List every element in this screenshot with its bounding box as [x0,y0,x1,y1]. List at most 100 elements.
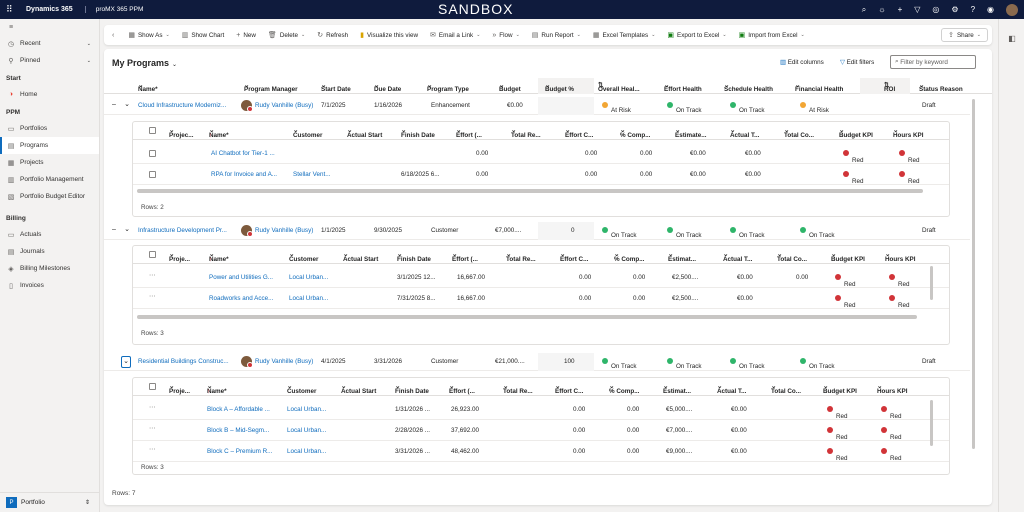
column-hours-kpi[interactable]: Hours KPI ⌄ [885,251,915,263]
column-project[interactable]: Proje... ⌄ [169,383,190,395]
sidebar-item-projects[interactable]: ▦ Projects [0,154,99,171]
column-name[interactable]: Name* ↑ ⌄ [207,383,227,395]
column-total-re[interactable]: Total Re... ⌄ [511,127,541,139]
column-estimate[interactable]: Estimat... ⌄ [663,383,691,395]
expand-chevron-icon[interactable]: ⌄ [121,356,131,368]
teams-icon[interactable]: ◉ [987,5,994,14]
column-total-co[interactable]: Total Co... ⌄ [777,251,807,263]
column-pct-comp[interactable]: % Comp... ⌄ [614,251,644,263]
vertical-scrollbar[interactable] [972,99,975,449]
column-due-date[interactable]: Due Date ⌄ [374,82,401,93]
sidebar-item-home[interactable]: ◑ Home [0,86,99,103]
project-name-link[interactable]: RPA for Invoice and A... [211,171,277,178]
column-effort[interactable]: Effort (... ⌄ [456,127,482,139]
column-overall-health[interactable]: Overall Heal... ⇅ [598,82,640,93]
plus-icon[interactable]: + [898,5,903,14]
customer-link[interactable]: Local Urban... [287,427,326,434]
run-report-button[interactable]: ▤ Run Report ⌄ [526,25,587,45]
sidebar-item-pinned[interactable]: ⚲ Pinned ⌄ [0,52,99,69]
column-name[interactable]: Name* ↑ ⌄ [209,127,229,139]
column-finish-date[interactable]: Finish Date ⌄ [397,251,431,263]
column-effort-c[interactable]: Effort C... ⌄ [565,127,593,139]
column-actual-start[interactable]: Actual Start ⌄ [347,127,382,139]
column-financial-health[interactable]: Financial Health ⌄ [795,82,843,93]
row-checkbox[interactable]: ⋯ [149,272,155,279]
project-row[interactable]: ⋯ Block B – Mid-Segm... Local Urban... 2… [133,420,949,441]
project-name-link[interactable]: AI Chatbot for Tier-1 ... [211,150,275,157]
back-button[interactable]: ‹ [104,25,122,45]
column-status-reason[interactable]: Status Reason ⌄ [919,82,963,93]
vertical-scrollbar[interactable] [930,400,933,446]
sidebar-item-portfolio-management[interactable]: ▥ Portfolio Management [0,171,99,188]
filter-icon[interactable]: ▽ [914,5,920,14]
column-actual-t[interactable]: Actual T... ⌄ [717,383,746,395]
avatar[interactable] [1006,3,1018,16]
project-name-link[interactable]: Block C – Premium R... [207,448,272,455]
row-checkbox[interactable]: ⋯ [149,404,155,411]
column-estimate[interactable]: Estimate... ⌄ [675,127,707,139]
column-total-re[interactable]: Total Re... ⌄ [506,251,536,263]
column-project[interactable]: Proje... ⌄ [169,251,190,263]
column-name[interactable]: Name* ⌄ [138,82,158,93]
settings-icon[interactable]: ⚙ [951,5,958,14]
project-row[interactable]: ⋯ Power and Utilities G... Local Urban..… [133,267,949,288]
program-row[interactable]: – ⌄ Infrastructure Development Pr... Rud… [104,222,970,240]
sidebar-item-recent[interactable]: ◷ Recent ⌄ [0,35,99,52]
column-actual-start[interactable]: Actual Start ⌄ [341,383,376,395]
row-checkbox[interactable] [149,171,156,178]
help-icon[interactable]: ◎ [932,5,939,14]
column-customer[interactable]: Customer ⌄ [289,251,318,263]
select-all-checkbox[interactable] [149,383,156,390]
app-name[interactable]: proMX 365 PPM [84,6,143,13]
project-row[interactable]: ⋯ Block C – Premium R... Local Urban... … [133,441,949,462]
customer-link[interactable]: Local Urban... [287,448,326,455]
program-name-link[interactable]: Residential Buildings Construc... [138,358,229,365]
column-start-date[interactable]: Start Date ⌄ [321,82,351,93]
lightbulb-icon[interactable]: ☼ [878,5,885,14]
email-link-button[interactable]: ✉ Email a Link ⌄ [424,25,486,45]
customer-link[interactable]: Local Urban... [289,274,328,281]
question-icon[interactable]: ? [971,5,975,14]
column-customer[interactable]: Customer ⌄ [293,127,322,139]
delete-button[interactable]: 🗑 Delete ⌄ [262,25,311,45]
refresh-button[interactable]: ↻ Refresh [311,25,354,45]
row-checkbox[interactable]: ⋯ [149,425,155,432]
project-row[interactable]: ⋯ Roadworks and Acce... Local Urban... 7… [133,288,949,309]
select-all-checkbox[interactable] [149,251,156,258]
project-row[interactable]: ⋯ Block A – Affordable ... Local Urban..… [133,399,949,420]
column-finish-date[interactable]: Finish Date ⌄ [401,127,435,139]
column-roi[interactable]: ROI ⇅ [884,82,895,93]
column-budget-kpi[interactable]: Budget KPI ⌄ [823,383,857,395]
column-actual-start[interactable]: Actual Start ⌄ [343,251,378,263]
copilot-icon[interactable]: ◧ [999,29,1024,47]
row-checkbox[interactable] [149,150,156,157]
column-program-manager[interactable]: Program Manager ⌄ [244,82,298,93]
column-hours-kpi[interactable]: Hours KPI ⌄ [893,127,923,139]
new-button[interactable]: + New [230,25,262,45]
expand-chevron-icon[interactable]: ⌄ [122,225,132,237]
row-checkbox[interactable]: ⋯ [149,293,155,300]
program-name-link[interactable]: Cloud Infrastructure Moderniz... [138,102,226,109]
row-select-checkbox[interactable]: – [112,226,116,233]
column-actual-t[interactable]: Actual T... ⌄ [730,127,759,139]
column-name[interactable]: Name* ↑ ⌄ [209,251,229,263]
program-row[interactable]: ⌄ Residential Buildings Construc... Rudy… [104,353,970,371]
column-budget[interactable]: Budget ⌄ [499,82,521,93]
column-effort[interactable]: Effort (... ⌄ [449,383,475,395]
program-manager-link[interactable]: Rudy Vanhille (Busy) [255,102,313,109]
column-effort-c[interactable]: Effort C... ⌄ [560,251,588,263]
area-switcher[interactable]: P Portfolio ⇕ [0,492,100,512]
import-excel-button[interactable]: ▣ Import from Excel ⌄ [733,25,811,45]
column-schedule-health[interactable]: Schedule Health ⌄ [724,82,773,93]
expand-chevron-icon[interactable]: ⌄ [122,100,132,112]
edit-columns-button[interactable]: ▥ Edit columns [780,59,824,66]
menu-toggle[interactable]: ≡ [0,19,99,35]
row-select-checkbox[interactable]: – [112,101,116,108]
sidebar-item-portfolio-budget-editor[interactable]: ▧ Portfolio Budget Editor [0,188,99,205]
column-total-co[interactable]: Total Co... ⌄ [784,127,814,139]
show-as-button[interactable]: ▦ Show As ⌄ [122,25,175,45]
column-pct-comp[interactable]: % Comp... ⌄ [609,383,639,395]
sidebar-item-invoices[interactable]: ▯ Invoices [0,277,99,294]
column-project[interactable]: Projec... ⌄ [169,127,194,139]
view-selector[interactable]: My Programs ⌄ [112,58,177,68]
